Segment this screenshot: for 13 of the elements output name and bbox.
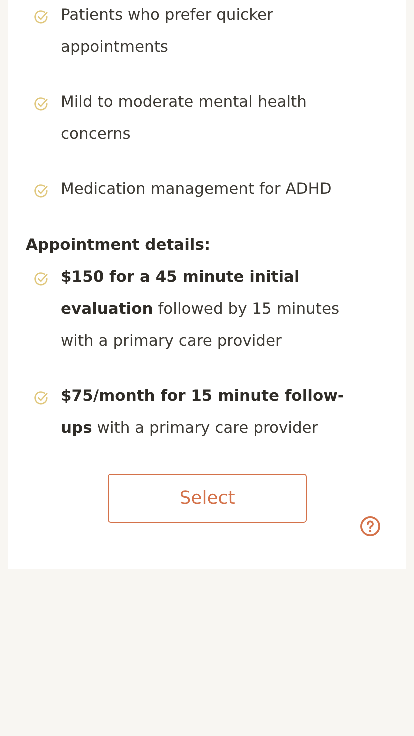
feature-text: Medication management for ADHD [61, 179, 333, 200]
select-button[interactable]: Select [108, 474, 307, 523]
detail-text: $75/month for 15 minute follow-ups with a primary care provider [61, 386, 346, 439]
check-icon [34, 10, 49, 25]
check-icon [34, 184, 49, 199]
feature-text: Patients who prefer quicker appointments [61, 5, 274, 58]
check-icon [34, 391, 49, 406]
detail-text: $150 for a 45 minute initial evaluation followed by 15 minutes with a primary care provider [61, 267, 341, 352]
check-icon [34, 97, 49, 112]
help-icon[interactable] [360, 516, 381, 537]
feature-text: Mild to moderate mental health concerns [61, 92, 308, 145]
check-icon [34, 272, 49, 287]
section-heading: Appointment details: [26, 236, 211, 254]
